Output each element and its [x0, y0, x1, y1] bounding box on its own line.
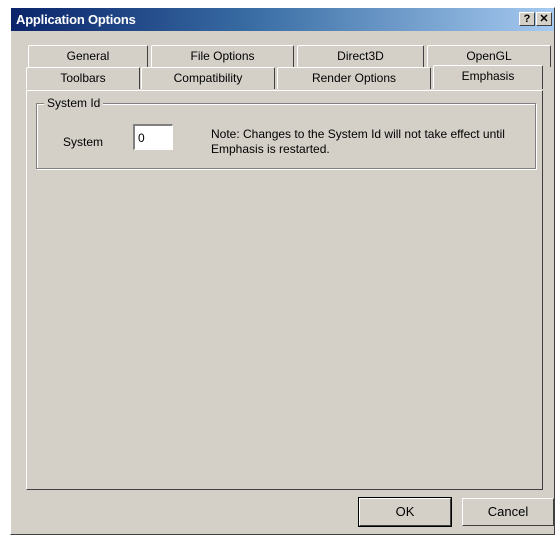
tab-toolbars[interactable]: Toolbars: [26, 67, 140, 89]
system-id-input[interactable]: [133, 124, 173, 150]
close-icon[interactable]: ✕: [536, 12, 552, 26]
ok-button[interactable]: OK: [358, 497, 452, 527]
tab-emphasis[interactable]: Emphasis: [433, 65, 543, 89]
tab-file-options[interactable]: File Options: [151, 45, 294, 67]
tab-opengl[interactable]: OpenGL: [427, 45, 551, 67]
restart-note: Note: Changes to the System Id will not …: [211, 127, 505, 156]
tab-direct3d[interactable]: Direct3D: [297, 45, 424, 67]
cancel-button[interactable]: Cancel: [462, 498, 554, 526]
help-icon[interactable]: ?: [519, 12, 535, 26]
system-field-label: System: [63, 135, 104, 149]
window-title: Application Options: [16, 12, 136, 27]
groupbox-label: System Id: [44, 96, 104, 110]
tab-render-options[interactable]: Render Options: [277, 67, 431, 89]
tab-compatibility[interactable]: Compatibility: [141, 67, 275, 89]
emphasis-tab-panel: System Id System Note: Changes to the Sy…: [26, 90, 543, 490]
tab-general[interactable]: General: [28, 45, 148, 67]
system-id-groupbox: System Id System Note: Changes to the Sy…: [36, 96, 536, 169]
title-bar[interactable]: Application Options ? ✕: [11, 8, 554, 31]
application-options-dialog: Application Options ? ✕ General File Opt…: [10, 7, 555, 535]
